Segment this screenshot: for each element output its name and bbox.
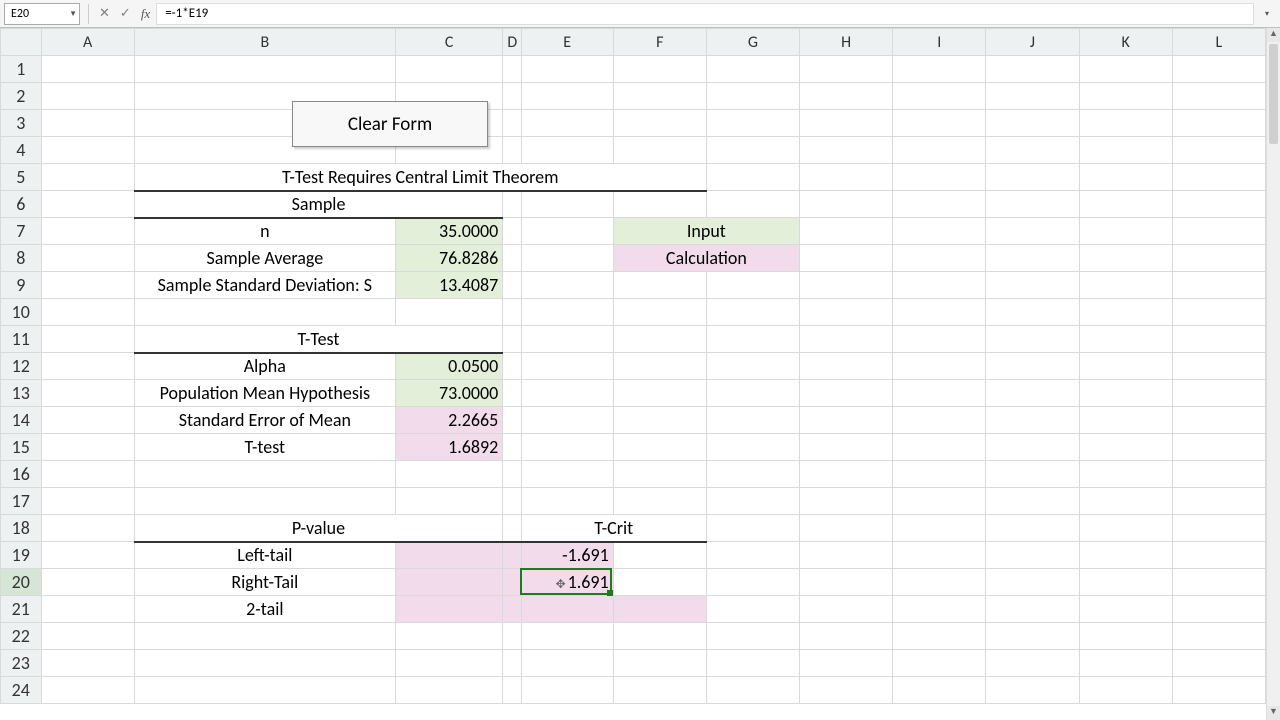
label-sd[interactable]: Sample Standard Deviation: S <box>134 272 395 299</box>
row-18[interactable]: 18 <box>1 515 42 542</box>
row-15[interactable]: 15 <box>1 434 42 461</box>
clear-form-button[interactable]: Clear Form <box>292 101 488 147</box>
formula-text: =-1*E19 <box>165 6 208 21</box>
col-F[interactable]: F <box>613 29 706 56</box>
row-9[interactable]: 9 <box>1 272 42 299</box>
formula-bar-icons: ✕ ✓ fx <box>93 6 156 22</box>
col-G[interactable]: G <box>706 29 799 56</box>
col-H[interactable]: H <box>800 29 893 56</box>
row-17[interactable]: 17 <box>1 488 42 515</box>
tcrit-left[interactable]: -1.691 <box>521 542 613 569</box>
separator <box>88 4 89 24</box>
sample-header[interactable]: Sample <box>134 191 503 218</box>
value-alpha[interactable]: 0.0500 <box>395 353 502 380</box>
vertical-scrollbar[interactable]: ▲ ▼ <box>1266 28 1280 720</box>
pvalue-right[interactable] <box>395 569 502 596</box>
fx-icon[interactable]: fx <box>141 6 150 22</box>
pvalue-left[interactable] <box>395 542 502 569</box>
row-10[interactable]: 10 <box>1 299 42 326</box>
col-D[interactable]: D <box>503 29 521 56</box>
row-1[interactable]: 1 <box>1 56 42 83</box>
row-3[interactable]: 3 <box>1 110 42 137</box>
row-7[interactable]: 7 <box>1 218 42 245</box>
grid-wrapper: A B C D E F G H I J K L 1 2 3 4 5 T-Test… <box>0 28 1280 720</box>
label-left[interactable]: Left-tail <box>134 542 395 569</box>
pvalue-two[interactable] <box>395 596 502 623</box>
tcrit-two-e[interactable] <box>521 596 613 623</box>
value-sd[interactable]: 13.4087 <box>395 272 502 299</box>
row-11[interactable]: 11 <box>1 326 42 353</box>
row-16[interactable]: 16 <box>1 461 42 488</box>
enter-icon[interactable]: ✓ <box>120 6 131 21</box>
value-popmean[interactable]: 73.0000 <box>395 380 502 407</box>
label-ttest[interactable]: T-test <box>134 434 395 461</box>
label-sem[interactable]: Standard Error of Mean <box>134 407 395 434</box>
value-sample-avg[interactable]: 76.8286 <box>395 245 502 272</box>
cancel-icon[interactable]: ✕ <box>99 6 110 21</box>
col-I[interactable]: I <box>893 29 986 56</box>
col-K[interactable]: K <box>1079 29 1172 56</box>
cell-cursor-icon: ✥ <box>556 578 566 592</box>
label-sample-avg[interactable]: Sample Average <box>134 245 395 272</box>
label-n[interactable]: n <box>134 218 395 245</box>
tcrit-header[interactable]: T-Crit <box>521 515 706 542</box>
value-sem[interactable]: 2.2665 <box>395 407 502 434</box>
spreadsheet-grid[interactable]: A B C D E F G H I J K L 1 2 3 4 5 T-Test… <box>0 28 1266 720</box>
col-L[interactable]: L <box>1172 29 1265 56</box>
row-6[interactable]: 6 <box>1 191 42 218</box>
row-22[interactable]: 22 <box>1 623 42 650</box>
label-alpha[interactable]: Alpha <box>134 353 395 380</box>
col-B[interactable]: B <box>134 29 395 56</box>
value-ttest[interactable]: 1.6892 <box>395 434 502 461</box>
label-right[interactable]: Right-Tail <box>134 569 395 596</box>
scroll-thumb[interactable] <box>1269 44 1278 144</box>
row-21[interactable]: 21 <box>1 596 42 623</box>
row-12[interactable]: 12 <box>1 353 42 380</box>
scroll-up-icon[interactable]: ▲ <box>1267 28 1280 42</box>
row-24[interactable]: 24 <box>1 677 42 704</box>
row-20[interactable]: 20 <box>1 569 42 596</box>
row-2[interactable]: 2 <box>1 83 42 110</box>
col-E[interactable]: E <box>521 29 613 56</box>
scroll-down-icon[interactable]: ▼ <box>1267 706 1280 720</box>
formula-bar: E20 ▼ ✕ ✓ fx =-1*E19 ▾ <box>0 0 1280 28</box>
label-two[interactable]: 2-tail <box>134 596 395 623</box>
legend-input[interactable]: Input <box>613 218 799 245</box>
label-popmean[interactable]: Population Mean Hypothesis <box>134 380 395 407</box>
row-23[interactable]: 23 <box>1 650 42 677</box>
value-n[interactable]: 35.0000 <box>395 218 502 245</box>
row-13[interactable]: 13 <box>1 380 42 407</box>
row-5[interactable]: 5 <box>1 164 42 191</box>
pvalue-header[interactable]: P-value <box>134 515 503 542</box>
name-box-value: E20 <box>11 7 29 21</box>
expand-formula-bar-icon[interactable]: ▾ <box>1260 9 1274 19</box>
row-14[interactable]: 14 <box>1 407 42 434</box>
row-8[interactable]: 8 <box>1 245 42 272</box>
col-C[interactable]: C <box>395 29 502 56</box>
tcrit-right[interactable]: ✥1.691 <box>521 569 613 596</box>
tcrit-two-f[interactable] <box>613 596 706 623</box>
formula-input[interactable]: =-1*E19 <box>156 3 1254 25</box>
row-4[interactable]: 4 <box>1 137 42 164</box>
col-A[interactable]: A <box>41 29 134 56</box>
row-19[interactable]: 19 <box>1 542 42 569</box>
chevron-down-icon[interactable]: ▼ <box>69 9 77 19</box>
select-all-corner[interactable] <box>1 29 42 56</box>
name-box[interactable]: E20 ▼ <box>4 3 80 25</box>
legend-calc[interactable]: Calculation <box>613 245 799 272</box>
ttest-header[interactable]: T-Test <box>134 326 503 353</box>
column-headers[interactable]: A B C D E F G H I J K L <box>1 29 1266 56</box>
col-J[interactable]: J <box>986 29 1079 56</box>
title-cell[interactable]: T-Test Requires Central Limit Theorem <box>134 164 706 191</box>
